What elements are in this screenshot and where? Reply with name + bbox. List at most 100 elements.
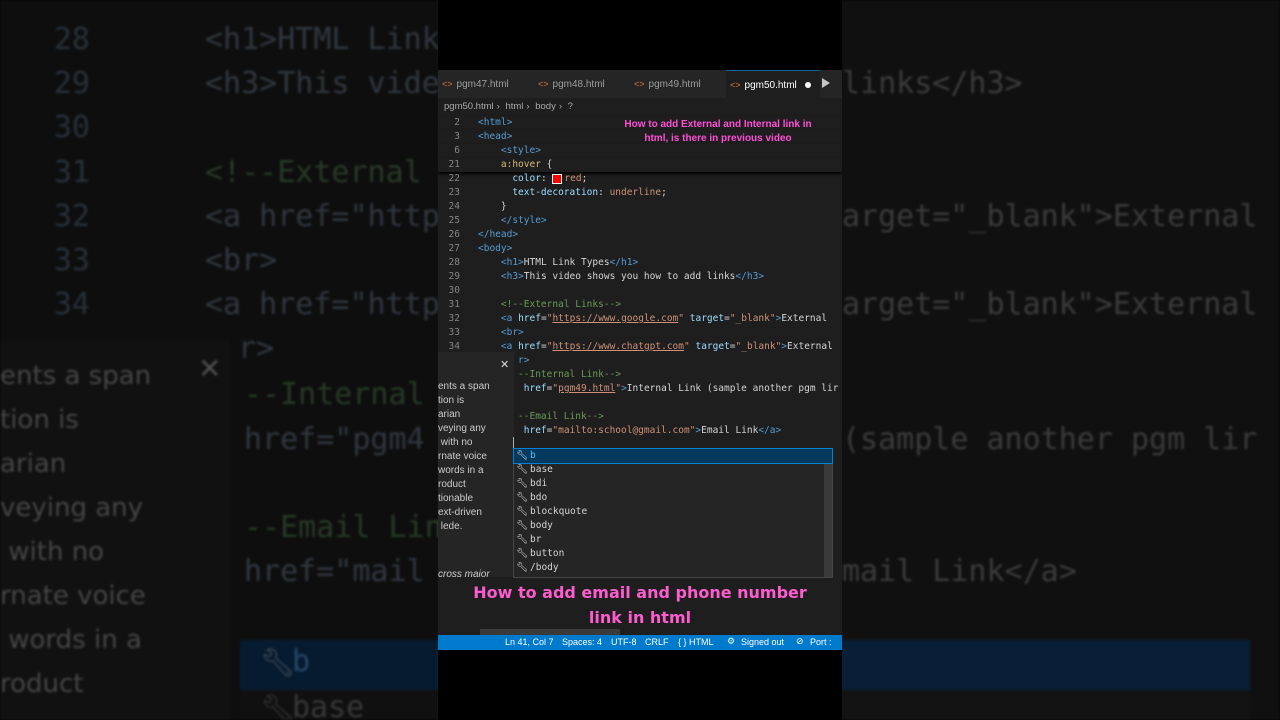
autocomplete-item[interactable]: 🔧︎/body (514, 561, 832, 575)
tab-pgm50[interactable]: <> pgm50.html (726, 70, 820, 99)
wrench-icon: 🔧︎ (515, 478, 529, 489)
code-text: <head> (478, 131, 513, 142)
status-port[interactable]: Port : 55 (810, 635, 842, 650)
code-line[interactable]: 23 text-decoration: underline; (438, 186, 842, 200)
port-icon: ⊘ (796, 637, 804, 647)
line-number: 3 (454, 131, 460, 142)
tab-pgm49[interactable]: <> pgm49.html (630, 70, 726, 98)
code-editor: <> pgm47.html <> pgm48.html <> pgm49.html <… (438, 70, 842, 650)
html-file-icon: <> (442, 79, 453, 89)
line-number: 27 (448, 243, 460, 254)
code-line[interactable]: 24 } (438, 200, 842, 214)
code-text: <br> (500, 327, 524, 338)
code-line[interactable]: 27 <body> (438, 242, 842, 256)
code-line[interactable]: 22 color: red; (438, 172, 842, 186)
line-number: 26 (448, 229, 460, 240)
code-line[interactable]: 25 </style> (438, 214, 842, 228)
code-text: } (500, 201, 507, 212)
status-account[interactable]: Signed out (741, 635, 784, 650)
code-line[interactable]: 32 <a href="https://www.google.com" targ… (438, 312, 842, 326)
overlay-note: How to add External and Internal link in… (624, 119, 812, 144)
autocomplete-list[interactable]: 🔧︎ b 🔧︎ base 🔧︎ bdi 🔧︎ bdo 🔧︎ blockquote 🔧︎ body 🔧︎ b… (513, 448, 833, 578)
breadcrumb-unknown[interactable]: ? (568, 101, 573, 112)
autocomplete-item[interactable]: 🔧︎ button (514, 547, 832, 561)
wrench-icon: 🔧︎ (515, 534, 529, 545)
code-text: <style> (500, 145, 541, 156)
line-number: 33 (448, 327, 460, 338)
autocomplete-item-label: base (530, 464, 553, 475)
code-text: a:hover { (500, 159, 553, 170)
line-number: 21 (448, 159, 460, 170)
account-icon: ⚙ (727, 637, 736, 647)
video-frame: <> pgm47.html <> pgm48.html <> pgm49.html <… (438, 0, 842, 720)
line-number: 29 (448, 271, 460, 282)
code-text: <a href="https://www.chatgpt.com" target… (500, 341, 833, 352)
close-icon[interactable]: ✕ (500, 358, 509, 371)
line-number: 2 (454, 117, 460, 128)
autocomplete-item[interactable]: 🔧︎ bdi (514, 477, 832, 491)
code-text: href="mailto:school@gmail.com">Email Lin… (523, 425, 782, 436)
autocomplete-item-label: b (530, 450, 536, 461)
wrench-icon: 🔧︎ (515, 562, 529, 573)
line-number: 23 (448, 187, 460, 198)
code-text: text-decoration: underline; (512, 187, 667, 198)
tab-pgm47[interactable]: <> pgm47.html (438, 70, 534, 98)
code-line[interactable]: 30 (438, 284, 842, 298)
wrench-icon: 🔧︎ (515, 450, 529, 461)
autocomplete-item-label: blockquote (530, 506, 588, 517)
video-caption: How to add email and phone number link i… (473, 583, 807, 627)
code-text: </head> (478, 229, 519, 240)
autocomplete-item-label: bdi (530, 478, 548, 489)
code-text: color: red; (512, 173, 588, 184)
breadcrumb-html[interactable]: html (505, 101, 523, 112)
wrench-icon: 🔧︎ (515, 464, 529, 475)
code-text: <a href="https://www.google.com" target=… (500, 313, 828, 324)
status-encoding[interactable]: UTF-8 (611, 635, 637, 650)
code-line[interactable]: 29 <h3>This video shows you how to add l… (438, 270, 842, 284)
autocomplete-item-label: body (530, 520, 553, 531)
breadcrumb-file[interactable]: pgm50.html (444, 101, 494, 112)
autocomplete-item[interactable]: 🔧︎ bdo (514, 491, 832, 505)
code-line[interactable]: 6 <style> (438, 144, 842, 158)
status-cursor-position[interactable]: Ln 41, Col 7 (505, 635, 554, 650)
html-file-icon: <> (730, 80, 741, 90)
line-number: 32 (448, 313, 460, 324)
autocomplete-item-label: button (530, 548, 565, 559)
code-text: </style> (500, 215, 547, 226)
status-bar: Ln 41, Col 7 Spaces: 4 UTF-8 CRLF { } HT… (438, 635, 842, 650)
hover-info-panel: ents a span tion is arian veying any wit… (438, 352, 514, 577)
autocomplete-item[interactable]: 🔧︎ br (514, 533, 832, 547)
code-text: href="pgm49.html">Internal Link (sample … (523, 383, 839, 394)
autocomplete-item[interactable]: 🔧︎ b (513, 448, 833, 464)
breadcrumb-body[interactable]: body (535, 101, 556, 112)
code-line[interactable]: 28 <h1>HTML Link Types</h1> (438, 256, 842, 270)
status-language[interactable]: { } HTML (678, 635, 714, 650)
code-line[interactable]: 26 </head> (438, 228, 842, 242)
wrench-icon: 🔧︎ (515, 506, 529, 517)
hover-info-text: ents a span tion is arian veying any wit… (438, 381, 490, 532)
html-file-icon: <> (538, 79, 549, 89)
wrench-icon: 🔧︎ (515, 492, 529, 503)
autocomplete-item-label: br (530, 534, 542, 545)
status-eol[interactable]: CRLF (645, 635, 669, 650)
tab-pgm48[interactable]: <> pgm48.html (534, 70, 630, 98)
status-indentation[interactable]: Spaces: 4 (562, 635, 602, 650)
line-number: 22 (448, 173, 460, 184)
editor-tabs: <> pgm47.html <> pgm48.html <> pgm49.html <… (438, 70, 842, 99)
autocomplete-item[interactable]: 🔧︎ body (514, 519, 832, 533)
autocomplete-item[interactable]: 🔧︎ base (514, 463, 832, 477)
code-line[interactable]: 33 <br> (438, 326, 842, 340)
unsaved-dot-icon (804, 82, 811, 89)
code-line[interactable]: 31 <!--External Links--> (438, 298, 842, 312)
run-icon[interactable] (822, 78, 830, 88)
hover-info-italic: cross major ce 2015) (438, 569, 490, 577)
wrench-icon: 🔧︎ (515, 520, 529, 531)
code-text: <html> (478, 117, 513, 128)
code-line[interactable]: 21 a:hover { (438, 158, 842, 172)
line-number: 30 (448, 285, 460, 296)
line-number: 31 (448, 299, 460, 310)
wrench-icon: 🔧︎ (515, 548, 529, 559)
line-number: 25 (448, 215, 460, 226)
code-text: <body> (478, 243, 513, 254)
autocomplete-item[interactable]: 🔧︎ blockquote (514, 505, 832, 519)
